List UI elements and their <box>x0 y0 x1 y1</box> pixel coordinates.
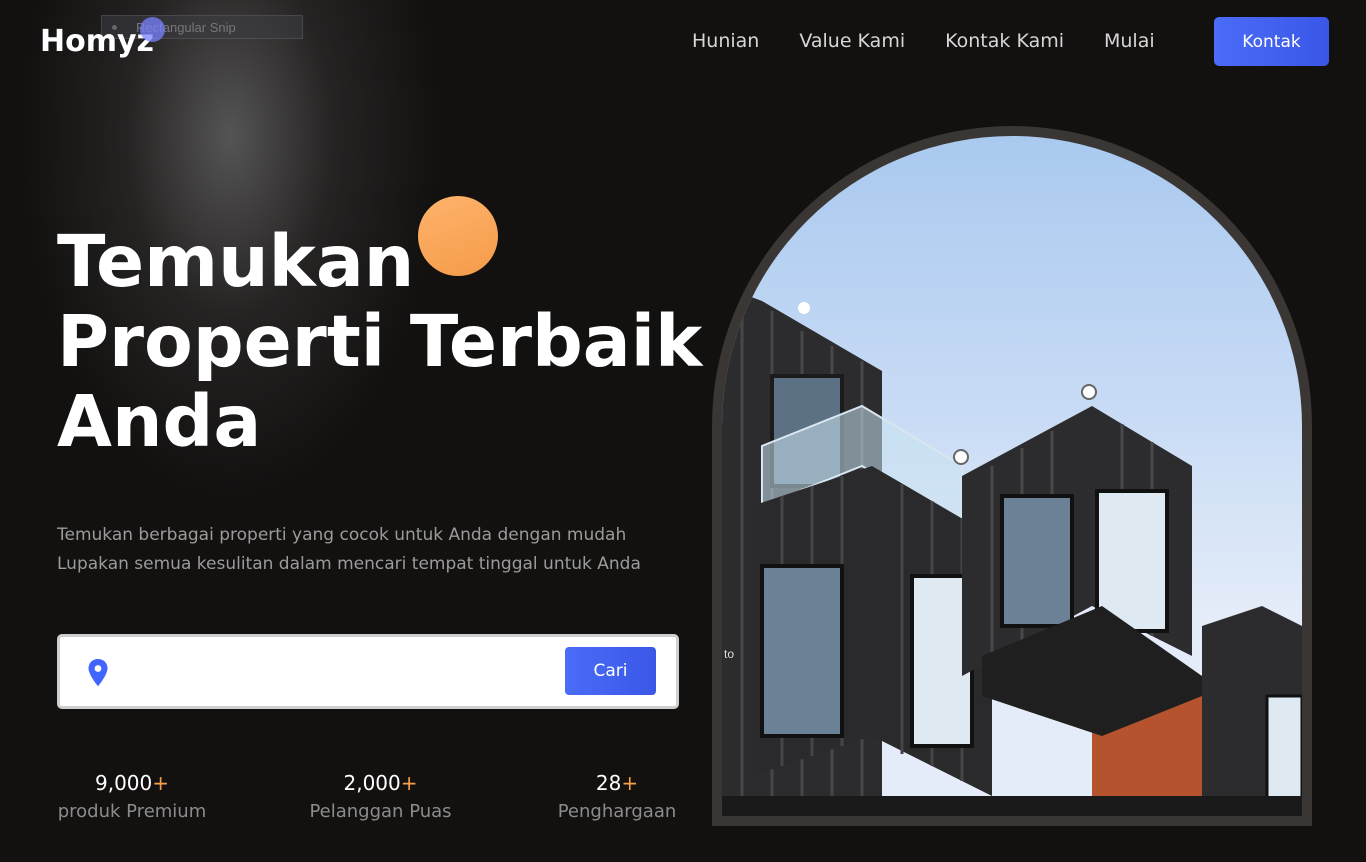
logo[interactable]: Homyz <box>40 24 154 59</box>
stat-label: Pelanggan Puas <box>309 801 452 822</box>
stat-products: 9,000+ produk Premium <box>57 771 207 822</box>
stat-value: 9,000+ <box>94 771 170 795</box>
hero-description-line-1: Temukan berbagai properti yang cocok unt… <box>57 525 627 545</box>
nav-item-hunian[interactable]: Hunian <box>692 30 759 52</box>
stat-customers: 2,000+ Pelanggan Puas <box>303 771 458 822</box>
cursor-circle-icon <box>140 17 165 42</box>
main-nav: Hunian Value Kami Kontak Kami Mulai <box>692 30 1155 52</box>
hero-description-line-2: Lupakan semua kesulitan dalam mencari te… <box>57 554 641 574</box>
search-input[interactable] <box>130 649 550 695</box>
building-illustration: to <box>722 286 1302 816</box>
contact-button[interactable]: Kontak <box>1214 17 1329 66</box>
stat-label: produk Premium <box>57 801 207 822</box>
hero-title: Temukan Properti Terbaik Anda <box>57 220 703 463</box>
stat-value: 28+ <box>595 771 639 795</box>
image-caption: to <box>724 647 734 661</box>
hero-title-line-3: Anda <box>57 380 262 463</box>
stat-value: 2,000+ <box>343 771 418 795</box>
hero-building-image: to <box>722 136 1302 816</box>
search-bar: Cari <box>57 634 679 709</box>
hero-title-line-2: Properti Terbaik <box>57 300 703 383</box>
nav-item-kontak-kami[interactable]: Kontak Kami <box>945 30 1064 52</box>
stat-label: Penghargaan <box>557 801 677 822</box>
hero-title-line-1: Temukan <box>57 220 415 303</box>
stat-awards: 28+ Penghargaan <box>553 771 681 822</box>
search-button[interactable]: Cari <box>565 647 656 695</box>
hero-description: Temukan berbagai properti yang cocok unt… <box>57 521 641 579</box>
hero-image-frame: to <box>712 126 1312 826</box>
nav-item-mulai[interactable]: Mulai <box>1104 30 1155 52</box>
nav-item-value-kami[interactable]: Value Kami <box>799 30 905 52</box>
location-pin-icon <box>88 659 108 687</box>
